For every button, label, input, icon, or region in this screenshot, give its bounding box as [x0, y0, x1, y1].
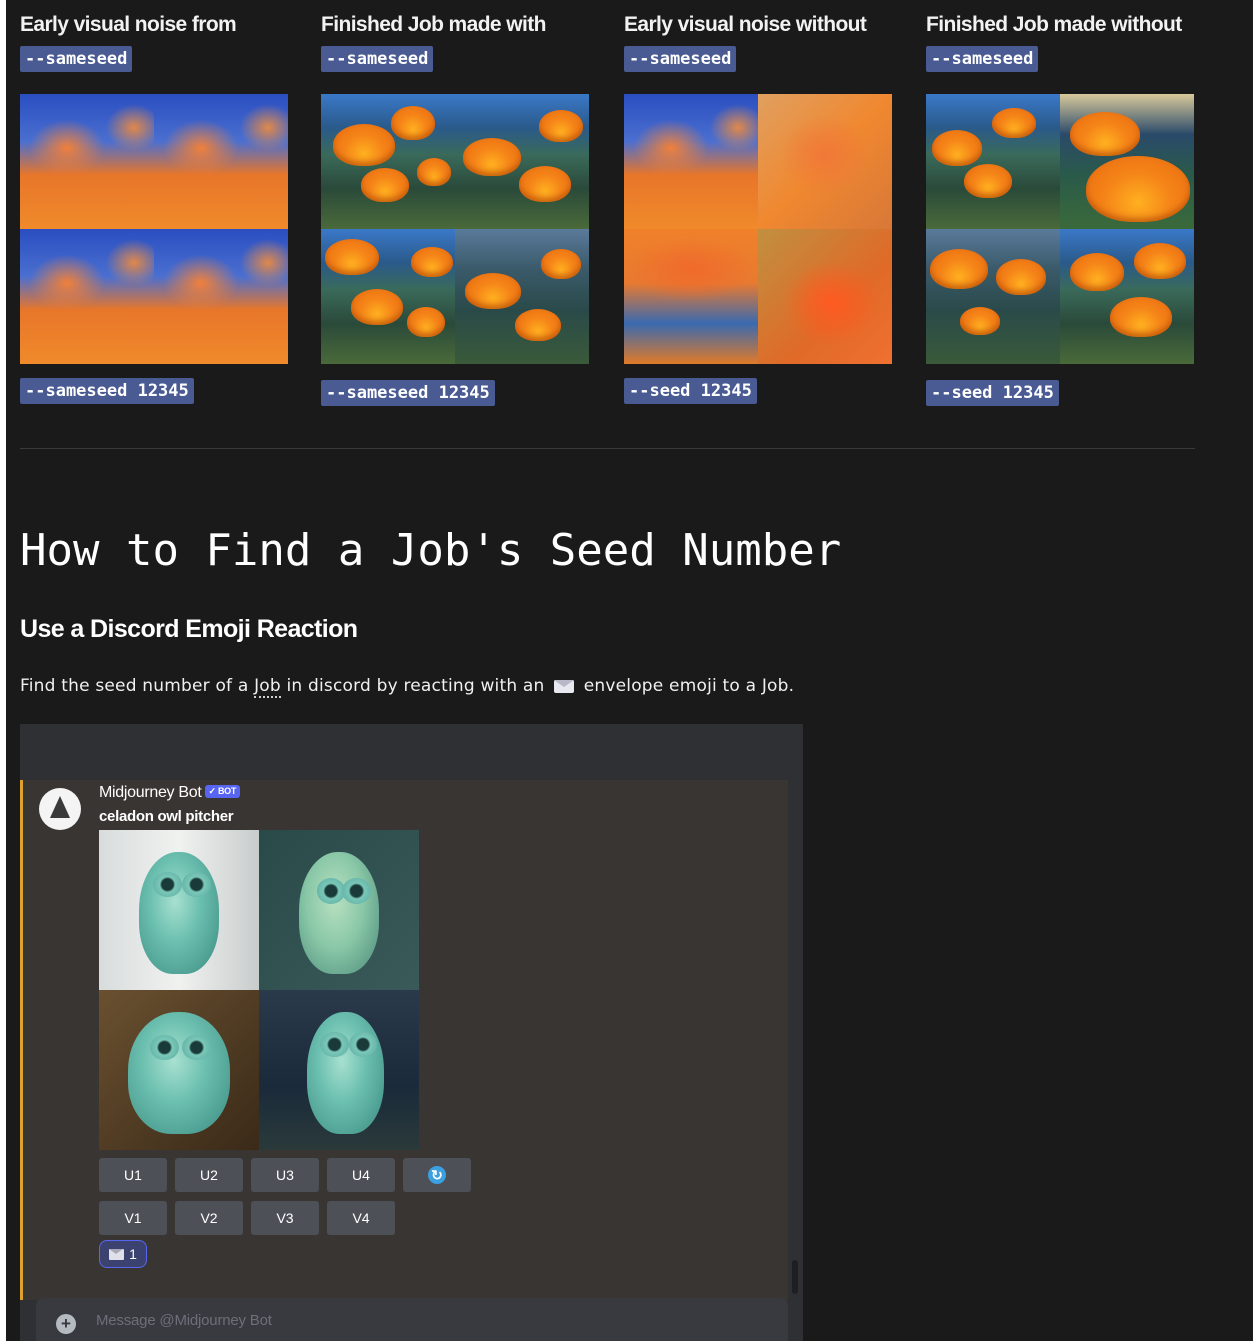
bot-name-text: Midjourney Bot [99, 784, 202, 801]
upscale-button-u2[interactable]: U2 [175, 1158, 243, 1192]
paragraph-text: envelope emoji to a Job. [578, 676, 795, 696]
comparison-column-2: Finished Job made with --sameseed [321, 10, 601, 72]
poppy-tile [455, 94, 589, 229]
reaction-count: 1 [129, 1246, 137, 1262]
poppy-tile [455, 229, 589, 364]
instruction-paragraph: Find the seed number of a Job in discord… [20, 676, 795, 698]
column-caption: --sameseed 12345 [20, 378, 194, 404]
sailboat-icon [50, 796, 70, 818]
owl-image [99, 830, 259, 990]
noise-tile [154, 94, 288, 229]
reroll-button[interactable]: ↻ [403, 1158, 471, 1192]
poppy-grid-sameseed[interactable] [321, 94, 589, 364]
bot-username[interactable]: Midjourney Bot ✓ BOT [99, 784, 241, 802]
upscale-button-u1[interactable]: U1 [99, 1158, 167, 1192]
poppy-tile [1060, 229, 1194, 364]
column-title: Finished Job made with [321, 13, 546, 36]
poppy-tile [926, 229, 1060, 364]
avatar[interactable] [39, 788, 81, 830]
comparison-column-3: Early visual noise without --sameseed [624, 10, 904, 72]
noise-tile [758, 229, 892, 364]
sameseed-flag: --sameseed [20, 46, 133, 72]
message-placeholder: Message @Midjourney Bot [96, 1312, 272, 1329]
upscale-button-u4[interactable]: U4 [327, 1158, 395, 1192]
noise-grid-seed[interactable] [624, 94, 892, 364]
column-caption: --seed 12345 [926, 380, 1059, 406]
noise-tile [20, 229, 154, 364]
prompt-text: celadon owl pitcher [99, 808, 234, 825]
variation-button-v3[interactable]: V3 [251, 1201, 319, 1235]
sameseed-flag: --sameseed [321, 46, 434, 72]
paragraph-text: in discord by reacting with an [280, 676, 551, 696]
poppy-tile [321, 94, 455, 229]
variation-button-v4[interactable]: V4 [327, 1201, 395, 1235]
noise-tile [20, 94, 154, 229]
owl-image [259, 990, 419, 1150]
column-caption: --seed 12345 [624, 378, 757, 404]
poppy-tile [321, 229, 455, 364]
discord-screenshot: Midjourney Bot✓ BOT celadon owl pitcher [20, 724, 803, 1341]
noise-tile [154, 229, 288, 364]
bot-message: Midjourney Bot✓ BOT celadon owl pitcher [20, 780, 788, 1300]
plus-circle-icon[interactable]: + [56, 1314, 76, 1334]
sameseed-flag: --sameseed [624, 46, 737, 72]
envelope-icon [109, 1248, 125, 1260]
poppy-tile [1060, 94, 1194, 229]
column-title: Finished Job made without [926, 13, 1182, 36]
envelope-icon [554, 680, 575, 693]
upscale-button-row: U1 U2 U3 U4 ↻ [99, 1158, 471, 1192]
poppy-tile [926, 94, 1060, 229]
envelope-reaction[interactable]: 1 [99, 1240, 147, 1268]
refresh-icon: ↻ [428, 1166, 446, 1184]
variation-button-row: V1 V2 V3 V4 [99, 1201, 395, 1235]
owl-image [259, 830, 419, 990]
sameseed-flag: --sameseed [926, 46, 1039, 72]
noise-tile [624, 229, 758, 364]
page-heading: How to Find a Job's Seed Number [20, 525, 842, 576]
bot-badge: ✓ BOT [204, 785, 241, 798]
poppy-grid-seed[interactable] [926, 94, 1194, 364]
noise-grid-sameseed[interactable] [20, 94, 288, 364]
section-divider [20, 448, 1195, 449]
noise-tile [758, 94, 892, 229]
owl-image-grid[interactable] [99, 830, 419, 1150]
noise-tile [624, 94, 758, 229]
owl-image [99, 990, 259, 1150]
message-input[interactable]: + Message @Midjourney Bot [36, 1298, 788, 1341]
variation-button-v2[interactable]: V2 [175, 1201, 243, 1235]
comparison-column-1: Early visual noise from --sameseed [20, 10, 300, 72]
section-heading: Use a Discord Emoji Reaction [20, 615, 358, 643]
column-title: Early visual noise without [624, 13, 867, 36]
scrollbar[interactable] [792, 1260, 798, 1294]
column-title: Early visual noise from [20, 13, 237, 36]
paragraph-text: Find the seed number of a [20, 676, 255, 696]
comparison-column-4: Finished Job made without --sameseed [926, 10, 1206, 72]
job-glossary-link[interactable]: Job [254, 676, 281, 698]
column-caption: --sameseed 12345 [321, 380, 495, 406]
upscale-button-u3[interactable]: U3 [251, 1158, 319, 1192]
page-edge [0, 0, 6, 1341]
variation-button-v1[interactable]: V1 [99, 1201, 167, 1235]
